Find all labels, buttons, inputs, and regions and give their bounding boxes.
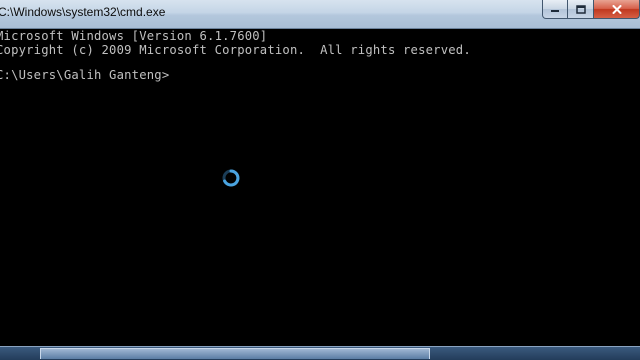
- minimize-button[interactable]: [542, 0, 568, 19]
- console-output[interactable]: Microsoft Windows [Version 6.1.7600] Cop…: [0, 29, 640, 346]
- command-prompt: C:\Users\Galih Ganteng>: [0, 68, 170, 82]
- copyright-line: Copyright (c) 2009 Microsoft Corporation…: [0, 43, 471, 57]
- caption-buttons: [542, 0, 640, 20]
- close-icon: [612, 4, 622, 14]
- taskbar-button-cmd[interactable]: [40, 348, 430, 359]
- minimize-icon: [550, 5, 560, 13]
- window-title: C:\Windows\system32\cmd.exe: [0, 5, 166, 19]
- close-button[interactable]: [594, 0, 640, 19]
- maximize-button[interactable]: [568, 0, 594, 19]
- title-bar[interactable]: C:\Windows\system32\cmd.exe: [0, 0, 640, 29]
- busy-spinner-icon: [221, 168, 241, 188]
- taskbar: [0, 346, 640, 360]
- maximize-icon: [575, 4, 586, 14]
- version-line: Microsoft Windows [Version 6.1.7600]: [0, 29, 268, 43]
- cmd-window: C:\Windows\system32\cmd.exe Microsoft Wi…: [0, 0, 640, 360]
